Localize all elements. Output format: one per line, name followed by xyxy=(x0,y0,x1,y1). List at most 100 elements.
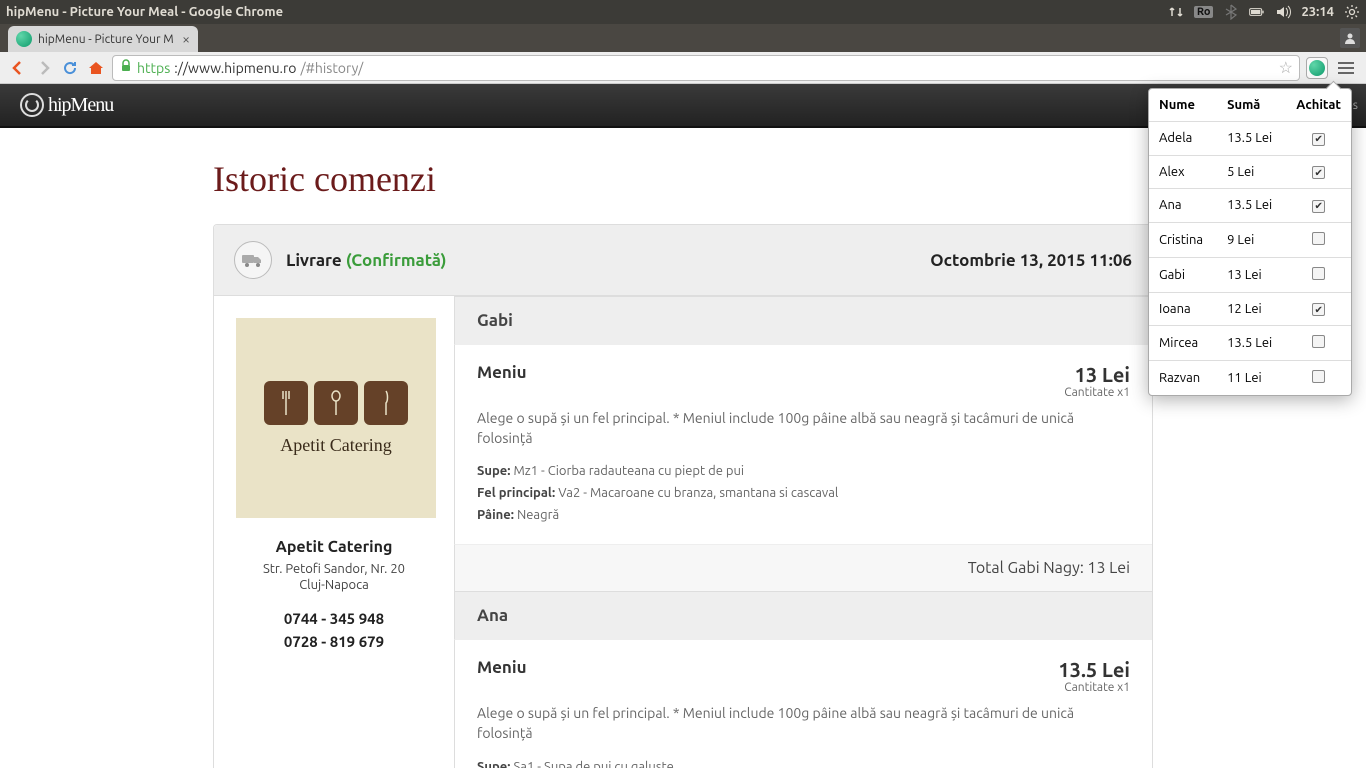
toolbar: https://www.hipmenu.ro /#history/ ☆ xyxy=(0,52,1366,84)
row-sum: 13 Lei xyxy=(1217,257,1286,292)
tab-close-icon[interactable]: × xyxy=(182,31,190,47)
row-paid xyxy=(1286,155,1351,189)
order-card: Livrare (Confirmată) Octombrie 13, 2015 … xyxy=(213,224,1153,768)
col-sum: Sumă xyxy=(1217,89,1286,122)
browser-tab[interactable]: hipMenu - Picture Your M × xyxy=(8,26,198,52)
row-paid xyxy=(1286,222,1351,257)
person-total: Total Gabi Nagy: 13 Lei xyxy=(454,544,1152,591)
row-name: Razvan xyxy=(1149,361,1217,396)
item-quantity: Cantitate x1 xyxy=(1064,386,1130,399)
profile-icon[interactable] xyxy=(1340,28,1360,48)
order-date: Octombrie 13, 2015 11:06 xyxy=(930,251,1132,270)
restaurant-address-1: Str. Petofi Sandor, Nr. 20 xyxy=(236,562,432,576)
url-host: ://www.hipmenu.ro xyxy=(174,60,296,76)
row-sum: 11 Lei xyxy=(1217,361,1286,396)
reload-button[interactable] xyxy=(60,58,80,78)
table-row: Alex5 Lei xyxy=(1149,155,1351,189)
paid-checkbox[interactable] xyxy=(1312,232,1325,245)
delivery-status: Livrare (Confirmată) xyxy=(286,251,447,270)
sound-icon[interactable] xyxy=(1275,4,1291,20)
bookmark-star-icon[interactable]: ☆ xyxy=(1279,58,1293,77)
item-price: 13 Lei xyxy=(1064,363,1130,386)
item-price: 13.5 Lei xyxy=(1058,658,1130,681)
order-item: Meniu 13.5 Lei Cantitate x1 Alege o supă… xyxy=(454,639,1152,768)
col-paid: Achitat xyxy=(1286,89,1351,122)
row-name: Mircea xyxy=(1149,326,1217,361)
restaurant-phone-1: 0744 - 345 948 xyxy=(236,608,432,631)
order-item: Meniu 13 Lei Cantitate x1 Alege o supă ș… xyxy=(454,344,1152,544)
bluetooth-icon[interactable] xyxy=(1223,4,1239,20)
col-name: Nume xyxy=(1149,89,1217,122)
item-name: Meniu xyxy=(477,658,527,677)
url-bar[interactable]: https://www.hipmenu.ro /#history/ ☆ xyxy=(112,55,1300,81)
delivery-truck-icon xyxy=(234,241,272,279)
gear-icon[interactable] xyxy=(1344,4,1360,20)
paid-checkbox[interactable] xyxy=(1312,370,1325,383)
table-row: Adela13.5 Lei xyxy=(1149,122,1351,156)
payment-table: Nume Sumă Achitat Adela13.5 LeiAlex5 Lei… xyxy=(1149,89,1351,395)
restaurant-info: Apetit Catering Apetit Catering Str. Pet… xyxy=(214,296,454,768)
row-name: Ana xyxy=(1149,189,1217,223)
person-header: Gabi xyxy=(454,296,1152,344)
row-sum: 12 Lei xyxy=(1217,292,1286,326)
person-header: Ana xyxy=(454,591,1152,639)
page-title: Istoric comenzi xyxy=(213,158,1153,200)
row-paid xyxy=(1286,122,1351,156)
network-icon[interactable] xyxy=(1168,4,1184,20)
row-sum: 13.5 Lei xyxy=(1217,189,1286,223)
table-row: Ana13.5 Lei xyxy=(1149,189,1351,223)
battery-icon[interactable] xyxy=(1249,4,1265,20)
extension-popup: Nume Sumă Achitat Adela13.5 LeiAlex5 Lei… xyxy=(1148,88,1352,396)
paid-checkbox[interactable] xyxy=(1312,200,1325,213)
table-row: Ioana12 Lei xyxy=(1149,292,1351,326)
paid-checkbox[interactable] xyxy=(1312,303,1325,316)
back-button[interactable] xyxy=(8,58,28,78)
hamburger-menu[interactable] xyxy=(1334,59,1358,77)
row-sum: 13.5 Lei xyxy=(1217,122,1286,156)
restaurant-logo-text: Apetit Catering xyxy=(280,435,391,456)
lock-icon xyxy=(119,59,133,76)
row-sum: 13.5 Lei xyxy=(1217,326,1286,361)
keyboard-layout[interactable]: Ro xyxy=(1194,6,1214,18)
restaurant-logo: Apetit Catering xyxy=(236,318,436,518)
restaurant-name: Apetit Catering xyxy=(236,538,432,556)
order-header: Livrare (Confirmată) Octombrie 13, 2015 … xyxy=(214,225,1152,295)
row-paid xyxy=(1286,189,1351,223)
restaurant-address-2: Cluj-Napoca xyxy=(236,578,432,592)
site-logo[interactable]: hipMenu xyxy=(20,93,113,117)
spoon-icon xyxy=(314,381,358,425)
url-protocol: https xyxy=(137,60,170,76)
home-button[interactable] xyxy=(86,58,106,78)
logo-icon xyxy=(20,93,44,117)
paid-checkbox[interactable] xyxy=(1312,267,1325,280)
order-items: Gabi Meniu 13 Lei Cantitate x1 Alege o s… xyxy=(454,296,1152,768)
brand-text: hipMenu xyxy=(48,94,113,117)
table-row: Gabi13 Lei xyxy=(1149,257,1351,292)
extension-button[interactable] xyxy=(1306,57,1328,79)
row-sum: 5 Lei xyxy=(1217,155,1286,189)
extension-icon xyxy=(1309,60,1325,76)
tab-strip: hipMenu - Picture Your M × xyxy=(0,24,1366,52)
item-name: Meniu xyxy=(477,363,527,382)
tab-title: hipMenu - Picture Your M xyxy=(38,33,176,46)
row-name: Gabi xyxy=(1149,257,1217,292)
row-name: Adela xyxy=(1149,122,1217,156)
row-paid xyxy=(1286,326,1351,361)
restaurant-phone-2: 0728 - 819 679 xyxy=(236,631,432,654)
url-path: /#history/ xyxy=(301,60,364,76)
row-name: Alex xyxy=(1149,155,1217,189)
row-name: Ioana xyxy=(1149,292,1217,326)
fork-icon xyxy=(264,381,308,425)
row-paid xyxy=(1286,361,1351,396)
clock[interactable]: 23:14 xyxy=(1301,5,1334,19)
paid-checkbox[interactable] xyxy=(1312,133,1325,146)
table-row: Mircea13.5 Lei xyxy=(1149,326,1351,361)
item-description: Alege o supă și un fel principal. * Meni… xyxy=(477,704,1130,743)
paid-checkbox[interactable] xyxy=(1312,166,1325,179)
row-name: Cristina xyxy=(1149,222,1217,257)
row-paid xyxy=(1286,257,1351,292)
table-row: Razvan11 Lei xyxy=(1149,361,1351,396)
paid-checkbox[interactable] xyxy=(1312,335,1325,348)
forward-button[interactable] xyxy=(34,58,54,78)
knife-icon xyxy=(364,381,408,425)
